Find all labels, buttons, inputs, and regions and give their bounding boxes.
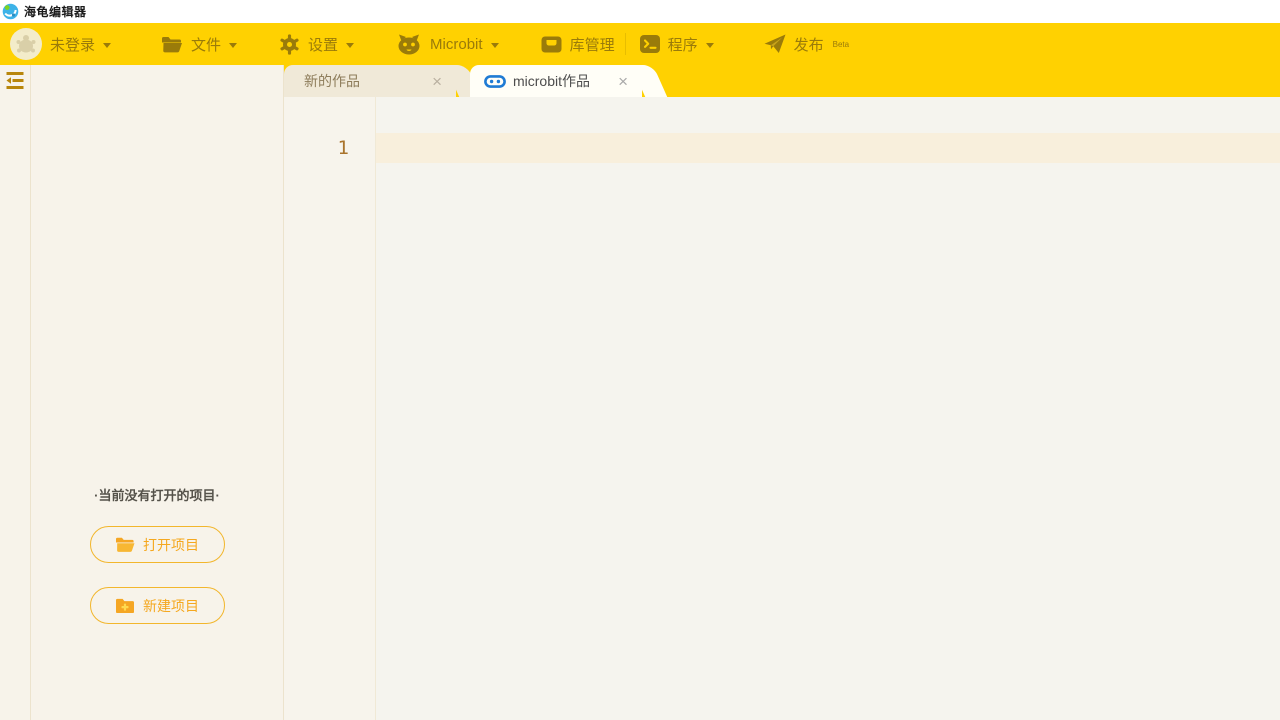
collapse-panel-button[interactable] [0,72,30,94]
menu-item-label: 文件 [191,34,221,55]
menu-item-file[interactable]: 文件 [161,34,237,55]
code-editor[interactable]: 1 [284,97,1280,720]
tab-strip: 新的作品 × microbit作品 × [284,65,1280,97]
collapse-panel-icon [6,72,24,94]
tab-label: microbit作品 [513,71,610,91]
tab-new-work[interactable]: 新的作品 × [284,65,456,97]
menu-item-program[interactable]: 程序 [640,34,714,55]
new-project-label: 新建项目 [143,596,199,616]
chevron-down-icon [346,43,354,48]
menu-item-label: 未登录 [50,34,95,55]
menu-item-settings[interactable]: 设置 [279,34,354,55]
no-project-message: ·当前没有打开的项目· [94,485,220,504]
tab-microbit-work[interactable]: microbit作品 × [470,65,642,97]
editor-column: 新的作品 × microbit作品 × 1 [284,65,1280,720]
library-box-icon [541,36,562,53]
chevron-down-icon [229,43,237,48]
avatar-turtle-icon [10,28,42,60]
open-project-label: 打开项目 [143,535,199,555]
tab-label: 新的作品 [304,71,424,91]
cat-icon [396,34,422,55]
menu-item-label: 发布 [794,34,824,55]
project-sidebar: ·当前没有打开的项目· 打开项目 新建项目 [31,65,284,720]
folder-plus-icon [115,598,135,614]
menu-item-user[interactable]: 未登录 [10,28,111,60]
folder-open-icon [115,537,135,553]
menubar-divider [625,33,626,55]
line-number: 1 [284,133,375,163]
menu-item-label: 设置 [308,34,338,55]
folder-open-icon [161,36,183,53]
menu-item-publish[interactable]: 发布 Beta [764,34,849,55]
chevron-down-icon [103,43,111,48]
close-icon[interactable]: × [618,73,628,90]
chevron-down-icon [706,43,714,48]
new-project-button[interactable]: 新建项目 [90,587,225,624]
menu-item-label: 库管理 [570,34,615,55]
paper-plane-icon [764,34,786,54]
close-icon[interactable]: × [432,73,442,90]
terminal-icon [640,35,660,53]
line-number-gutter: 1 [284,97,376,720]
active-line-highlight[interactable] [376,133,1280,163]
menu-item-label: 程序 [668,34,698,55]
menu-item-label: Microbit [430,36,483,53]
open-project-button[interactable]: 打开项目 [90,526,225,563]
menu-item-library[interactable]: 库管理 [541,34,615,55]
left-rail [0,65,31,720]
chevron-down-icon [491,43,499,48]
gear-icon [279,34,300,55]
titlebar: 海龟编辑器 [0,0,1280,23]
beta-badge: Beta [833,40,849,49]
app-title: 海龟编辑器 [24,3,87,20]
menubar: 未登录 文件 [0,23,1280,65]
main-body: ·当前没有打开的项目· 打开项目 新建项目 [0,65,1280,720]
app-logo-icon [2,3,19,20]
menu-item-microbit[interactable]: Microbit [396,34,499,55]
microbit-icon [484,75,506,88]
code-area[interactable] [376,97,1280,720]
